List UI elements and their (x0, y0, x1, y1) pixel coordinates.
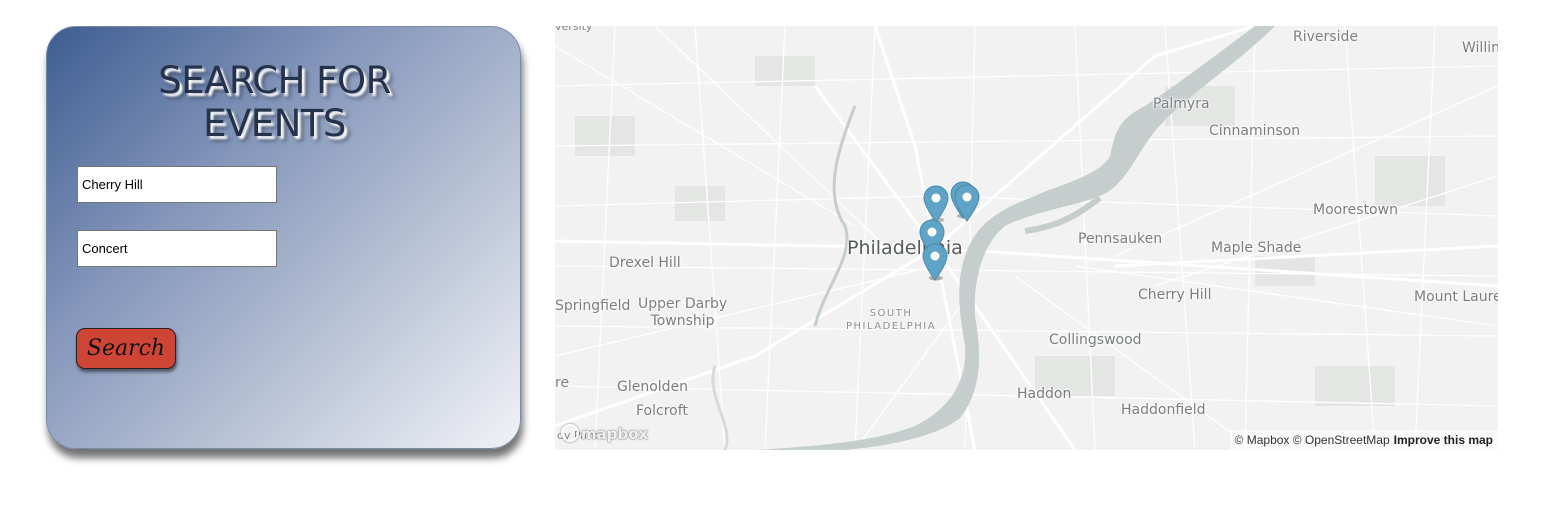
place-label: Cherry Hill (1138, 287, 1212, 303)
place-label: Drexel Hill (609, 255, 681, 271)
place-label: Willin (1462, 40, 1498, 56)
place-label: Mount Laure (1414, 289, 1498, 305)
place-label: Cinnaminson (1209, 123, 1301, 139)
place-label: Collingswood (1049, 332, 1142, 348)
place-label: SOUTH PHILADELPHIA (846, 308, 937, 332)
event-marker[interactable] (920, 242, 950, 282)
panel-title: SEARCH FOR EVENTS (158, 59, 391, 145)
mapbox-logo-icon (561, 424, 579, 442)
place-label: re (555, 375, 570, 391)
location-input[interactable] (77, 166, 277, 203)
mapbox-logo[interactable]: mapbox (561, 423, 648, 445)
search-button[interactable]: Search (76, 328, 176, 369)
map-attribution: © Mapbox © OpenStreetMap Improve this map (1229, 430, 1498, 450)
place-label: Glenolden (617, 379, 689, 395)
place-label: Haddon (1017, 386, 1072, 402)
place-label: Riverside (1293, 29, 1358, 45)
place-label: Moorestown (1313, 202, 1398, 218)
events-map[interactable]: versity Riverside Willin Palmyra Cinnami… (555, 26, 1498, 450)
place-label: Springfield (555, 298, 631, 314)
place-label: Haddonfield (1121, 402, 1206, 418)
place-label: Maple Shade (1211, 240, 1302, 256)
place-label: Pennsauken (1078, 231, 1163, 247)
keyword-input[interactable] (77, 230, 277, 267)
mapbox-logo-text: mapbox (581, 425, 649, 443)
event-marker[interactable] (952, 183, 982, 223)
place-label: versity (555, 26, 593, 33)
place-label: Palmyra (1153, 96, 1210, 112)
improve-map-link[interactable]: Improve this map (1394, 433, 1493, 447)
place-label: Upper Darby Township (638, 296, 728, 329)
attribution-text[interactable]: © Mapbox © OpenStreetMap (1235, 433, 1390, 447)
search-panel: SEARCH FOR EVENTS Search (46, 26, 521, 449)
place-label: Folcroft (636, 403, 688, 419)
